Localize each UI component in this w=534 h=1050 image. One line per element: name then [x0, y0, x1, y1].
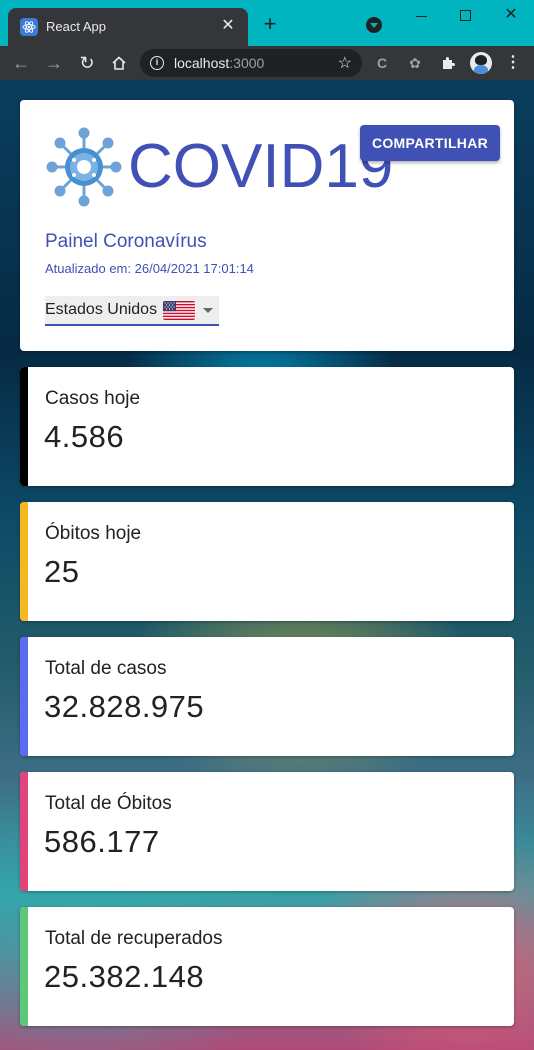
stat-value: 32.828.975 [44, 689, 205, 724]
stat-value: 586.177 [44, 824, 160, 859]
stat-label: Total de Óbitos [45, 793, 172, 814]
chevron-down-icon [203, 308, 213, 313]
share-button[interactable]: COMPARTILHAR [360, 125, 500, 161]
tab-title: React App [46, 19, 106, 34]
home-icon[interactable] [107, 51, 131, 75]
stat-color-bar [20, 772, 28, 891]
virus-icon [46, 127, 122, 207]
react-favicon-icon [20, 18, 38, 36]
new-tab-button[interactable]: + [260, 13, 280, 35]
extension-2-icon[interactable]: ✿ [405, 53, 425, 73]
stat-card-total-casos: Total de casos 32.828.975 [20, 637, 514, 756]
browser-menu-icon[interactable]: ⋮ [503, 53, 523, 73]
stat-value: 25.382.148 [44, 959, 205, 994]
minimize-button[interactable] [410, 6, 432, 26]
stat-card-total-recuperados: Total de recuperados 25.382.148 [20, 907, 514, 1026]
stat-color-bar [20, 637, 28, 756]
stat-label: Total de casos [45, 658, 167, 679]
stat-value: 4.586 [44, 419, 125, 454]
stat-label: Óbitos hoje [45, 523, 142, 544]
panel-title: Painel Coronavírus [45, 231, 207, 252]
puzzle-extensions-icon[interactable] [438, 53, 458, 73]
stat-label: Casos hoje [45, 388, 141, 409]
page-background: COVID19 COMPARTILHAR Painel Coronavírus … [0, 80, 534, 1050]
stat-color-bar [20, 502, 28, 621]
profile-avatar[interactable] [470, 52, 492, 74]
stat-card-total-obitos: Total de Óbitos 586.177 [20, 772, 514, 891]
address-bar[interactable]: i localhost:3000 ☆ [140, 49, 362, 77]
updated-timestamp: Atualizado em: 26/04/2021 17:01:14 [45, 261, 254, 276]
tab-close-icon[interactable]: ✕ [218, 16, 238, 36]
browser-tab[interactable]: React App ✕ [8, 8, 248, 46]
country-select[interactable]: Estados Unidos [45, 296, 219, 326]
updated-prefix: Atualizado em: [45, 261, 131, 276]
stat-color-bar [20, 367, 28, 486]
reload-icon[interactable]: ↻ [75, 51, 99, 75]
stat-value: 25 [44, 554, 80, 589]
stat-label: Total de recuperados [45, 928, 223, 949]
updated-value: 26/04/2021 17:01:14 [134, 261, 254, 276]
header-card: COVID19 COMPARTILHAR Painel Coronavírus … [20, 100, 514, 351]
forward-arrow-icon[interactable]: → [42, 51, 66, 75]
site-info-icon[interactable]: i [150, 56, 164, 70]
extension-icon[interactable]: C [372, 53, 392, 73]
back-arrow-icon[interactable]: ← [9, 51, 33, 75]
stat-card-casos-hoje: Casos hoje 4.586 [20, 367, 514, 486]
stat-color-bar [20, 907, 28, 1026]
logo-text: COVID19 [128, 132, 394, 201]
window-close-button[interactable]: ✕ [500, 6, 522, 26]
url-text: localhost:3000 [174, 55, 265, 71]
stat-card-obitos-hoje: Óbitos hoje 25 [20, 502, 514, 621]
browser-titlebar: React App ✕ + ✕ [0, 0, 534, 46]
country-select-value: Estados Unidos [45, 301, 158, 318]
tab-search-icon[interactable] [366, 17, 382, 33]
us-flag-icon [163, 301, 195, 320]
maximize-button[interactable] [454, 6, 476, 26]
bookmark-star-icon[interactable]: ☆ [338, 53, 352, 73]
browser-toolbar: ← → ↻ i localhost:3000 ☆ C ✿ ⋮ [0, 46, 534, 80]
